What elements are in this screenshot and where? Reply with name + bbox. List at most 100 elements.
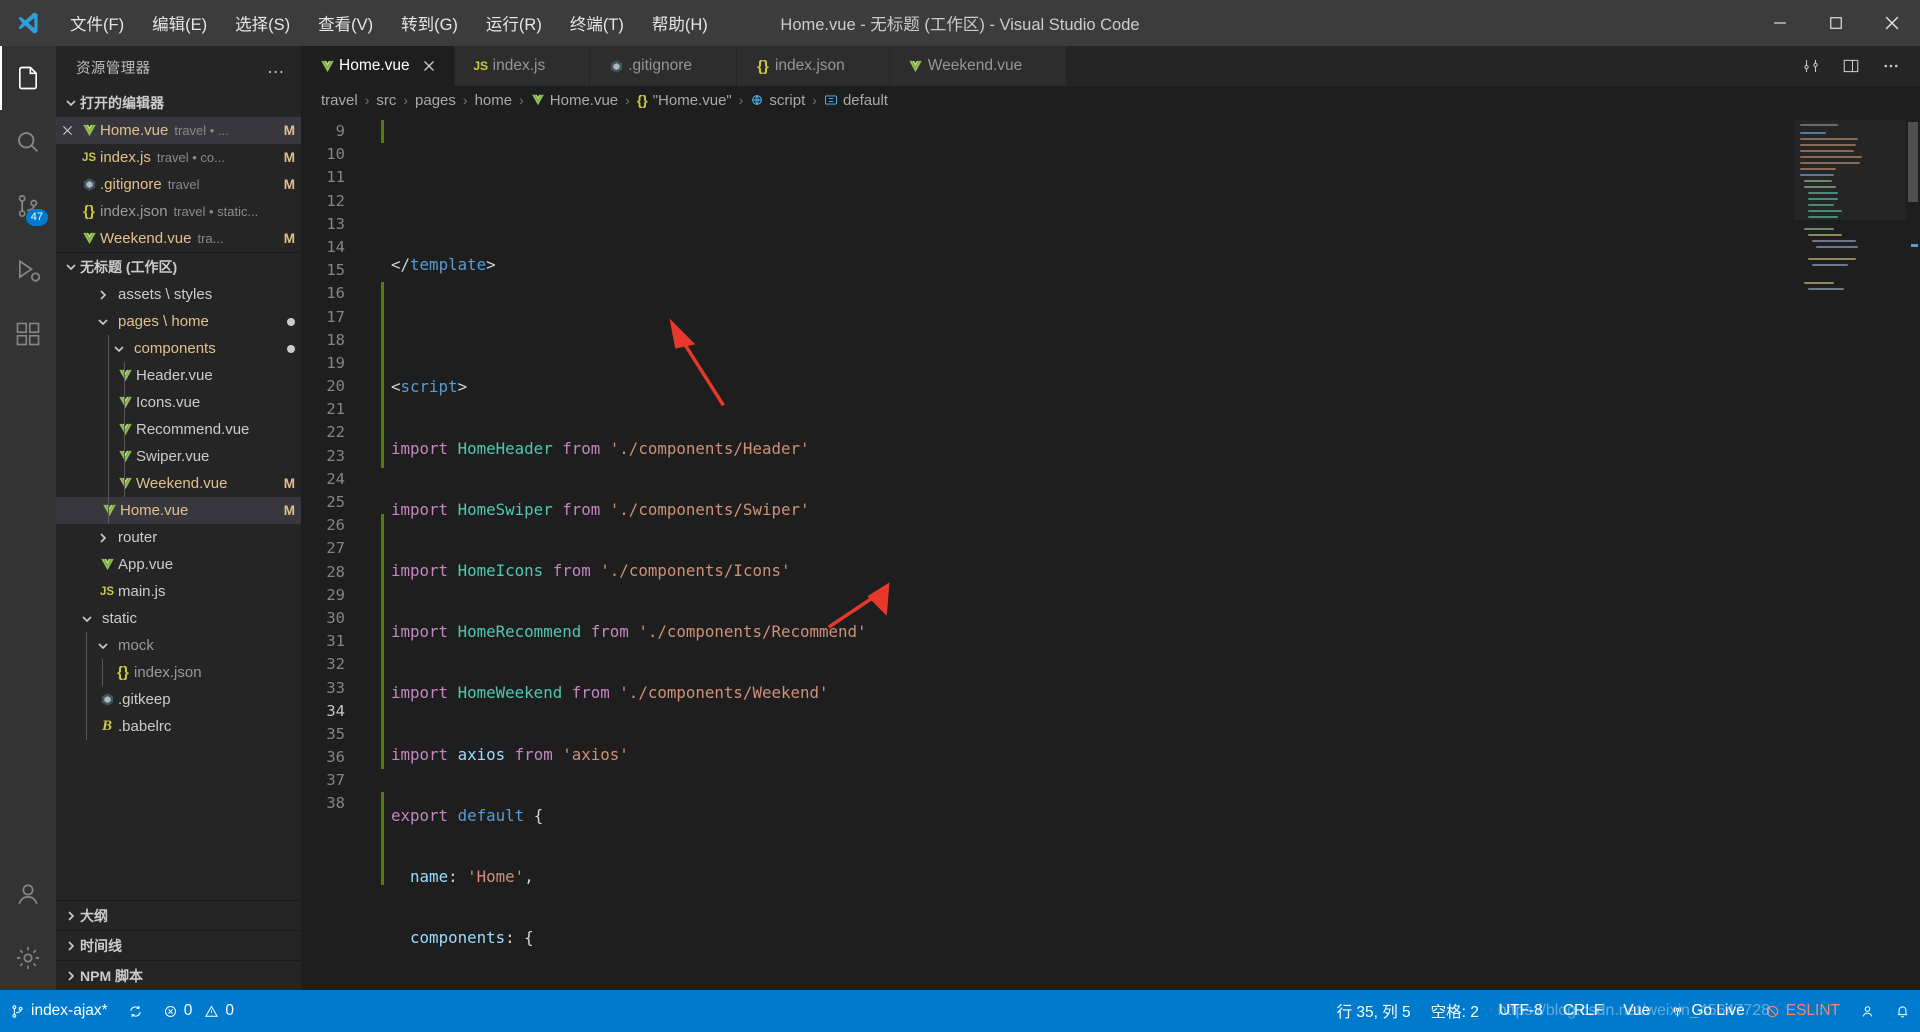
close-icon[interactable]: [56, 125, 78, 136]
activity-settings[interactable]: [0, 926, 56, 990]
open-editor-row[interactable]: {} index.json travel • static...: [56, 198, 301, 225]
close-icon[interactable]: [1864, 0, 1920, 46]
menu-view[interactable]: 查看(V): [304, 0, 387, 46]
breadcrumb-separator: ›: [625, 92, 630, 108]
activity-accounts[interactable]: [0, 862, 56, 926]
tab-label: Weekend.vue: [927, 57, 1023, 74]
tree-row-header-vue[interactable]: Header.vue: [56, 362, 301, 389]
status-language-mode[interactable]: Vue: [1613, 990, 1660, 1032]
json-icon: {}: [757, 57, 769, 75]
tree-row-router[interactable]: router: [56, 524, 301, 551]
breadcrumb-home-vue[interactable]: Home.vue: [529, 92, 620, 109]
open-editor-row[interactable]: JS index.js travel • co... M: [56, 144, 301, 171]
cursor-position-label: 行 35, 列 5: [1336, 1004, 1411, 1021]
tree-row-icons-vue[interactable]: Icons.vue: [56, 389, 301, 416]
menu-selection[interactable]: 选择(S): [221, 0, 304, 46]
status-go-live[interactable]: Go Live: [1660, 990, 1754, 1032]
menu-run[interactable]: 运行(R): [472, 0, 556, 46]
minimap[interactable]: [1794, 114, 1906, 990]
code-line: import HomeIcons from './components/Icon…: [391, 560, 791, 580]
tree-row-main-js[interactable]: JS main.js: [56, 578, 301, 605]
eol-label: CRLF: [1562, 1002, 1604, 1019]
section-npm-scripts[interactable]: NPM 脚本: [56, 960, 301, 990]
code-content[interactable]: </template> <script> import HomeHeader f…: [381, 114, 1794, 990]
status-notifications[interactable]: [1885, 990, 1920, 1032]
breadcrumb-src[interactable]: src: [374, 92, 398, 109]
activity-run-debug[interactable]: [0, 238, 56, 302]
code-line: import HomeRecommend from './components/…: [391, 622, 867, 642]
layout-icon[interactable]: [1834, 46, 1868, 86]
tree-row-components[interactable]: components: [56, 335, 301, 362]
tree-row-home-vue[interactable]: Home.vue M: [56, 497, 301, 524]
menu-terminal[interactable]: 终端(T): [556, 0, 638, 46]
close-icon[interactable]: [416, 60, 442, 72]
tree-row-app-vue[interactable]: App.vue: [56, 551, 301, 578]
status-encoding[interactable]: UTF-8: [1489, 990, 1553, 1032]
editor-scrollbar[interactable]: [1906, 114, 1920, 990]
file-name: Weekend.vue: [136, 475, 228, 492]
status-problems[interactable]: 0 0: [153, 990, 244, 1032]
sidebar-more-actions-icon[interactable]: …: [259, 57, 293, 78]
source-control-badge: 47: [25, 209, 48, 226]
tree-row-swiper-vue[interactable]: Swiper.vue: [56, 443, 301, 470]
menu-file[interactable]: 文件(F): [56, 0, 138, 46]
tree-row-assets-styles[interactable]: assets \ styles: [56, 281, 301, 308]
tree-row-gitkeep[interactable]: .gitkeep: [56, 686, 301, 713]
tree-row-index-json[interactable]: {} index.json: [56, 659, 301, 686]
git-icon: [604, 59, 628, 74]
section-workspace[interactable]: 无标题 (工作区): [56, 252, 301, 281]
breadcrumb-pages[interactable]: pages: [413, 92, 458, 109]
breadcrumb-label: home: [474, 91, 513, 109]
tree-row-recommend-vue[interactable]: Recommend.vue: [56, 416, 301, 443]
open-editor-row[interactable]: .gitignore travel M: [56, 171, 301, 198]
language-mode-label: Vue: [1623, 1002, 1651, 1019]
status-sync[interactable]: [118, 990, 153, 1032]
tab-gitignore[interactable]: .gitignore: [590, 46, 737, 86]
activity-source-control[interactable]: 47: [0, 174, 56, 238]
open-editor-row[interactable]: Weekend.vue tra... M: [56, 225, 301, 252]
split-editor-icon[interactable]: [1794, 46, 1828, 86]
section-open-editors[interactable]: 打开的编辑器: [56, 88, 301, 117]
breadcrumb-symbol-home-vue[interactable]: {} "Home.vue": [635, 92, 734, 109]
code-editor[interactable]: 9 10 11 12 13 14 15 16 17 18 19 20 21 22 23 24 2…: [301, 114, 1920, 990]
more-actions-icon[interactable]: [1874, 46, 1908, 86]
breadcrumb-home[interactable]: home: [473, 92, 515, 109]
tab-home-vue[interactable]: Home.vue: [301, 46, 455, 86]
file-name: Swiper.vue: [136, 448, 210, 465]
tree-row-pages-home[interactable]: pages \ home: [56, 308, 301, 335]
tree-row-mock[interactable]: mock: [56, 632, 301, 659]
tree-row-babelrc[interactable]: B .babelrc: [56, 713, 301, 740]
tab-weekend-vue[interactable]: Weekend.vue: [889, 46, 1068, 86]
activity-explorer[interactable]: [0, 46, 56, 110]
vue-icon: [96, 557, 118, 572]
open-editor-row[interactable]: Home.vue travel • ... M: [56, 117, 301, 144]
status-branch[interactable]: index-ajax*: [0, 990, 118, 1032]
menu-edit[interactable]: 编辑(E): [138, 0, 221, 46]
minimize-icon[interactable]: [1752, 0, 1808, 46]
activity-search[interactable]: [0, 110, 56, 174]
maximize-icon[interactable]: [1808, 0, 1864, 46]
status-eol[interactable]: CRLF: [1553, 990, 1613, 1032]
section-timeline[interactable]: 时间线: [56, 930, 301, 960]
status-indentation[interactable]: 空格: 2: [1421, 990, 1489, 1032]
tab-index-js[interactable]: JS index.js: [454, 46, 591, 86]
status-eslint[interactable]: ESLINT: [1755, 990, 1850, 1032]
status-account[interactable]: [1850, 990, 1885, 1032]
menu-goto[interactable]: 转到(G): [387, 0, 472, 46]
breadcrumb-script[interactable]: script: [748, 92, 807, 109]
scrollbar-thumb[interactable]: [1908, 122, 1918, 202]
section-outline[interactable]: 大纲: [56, 900, 301, 930]
folder-name: mock: [118, 637, 154, 654]
fold-indicators[interactable]: [367, 114, 381, 990]
vscode-logo-icon: [0, 0, 56, 46]
vue-icon: [114, 476, 136, 491]
breadcrumb-travel[interactable]: travel: [319, 92, 360, 109]
status-cursor-position[interactable]: 行 35, 列 5: [1327, 990, 1421, 1032]
tab-index-json[interactable]: {} index.json: [736, 46, 890, 86]
tree-row-static[interactable]: static: [56, 605, 301, 632]
tree-row-weekend-vue[interactable]: Weekend.vue M: [56, 470, 301, 497]
breadcrumb-default[interactable]: default: [822, 92, 890, 109]
activity-extensions[interactable]: [0, 302, 56, 366]
menu-help[interactable]: 帮助(H): [638, 0, 722, 46]
